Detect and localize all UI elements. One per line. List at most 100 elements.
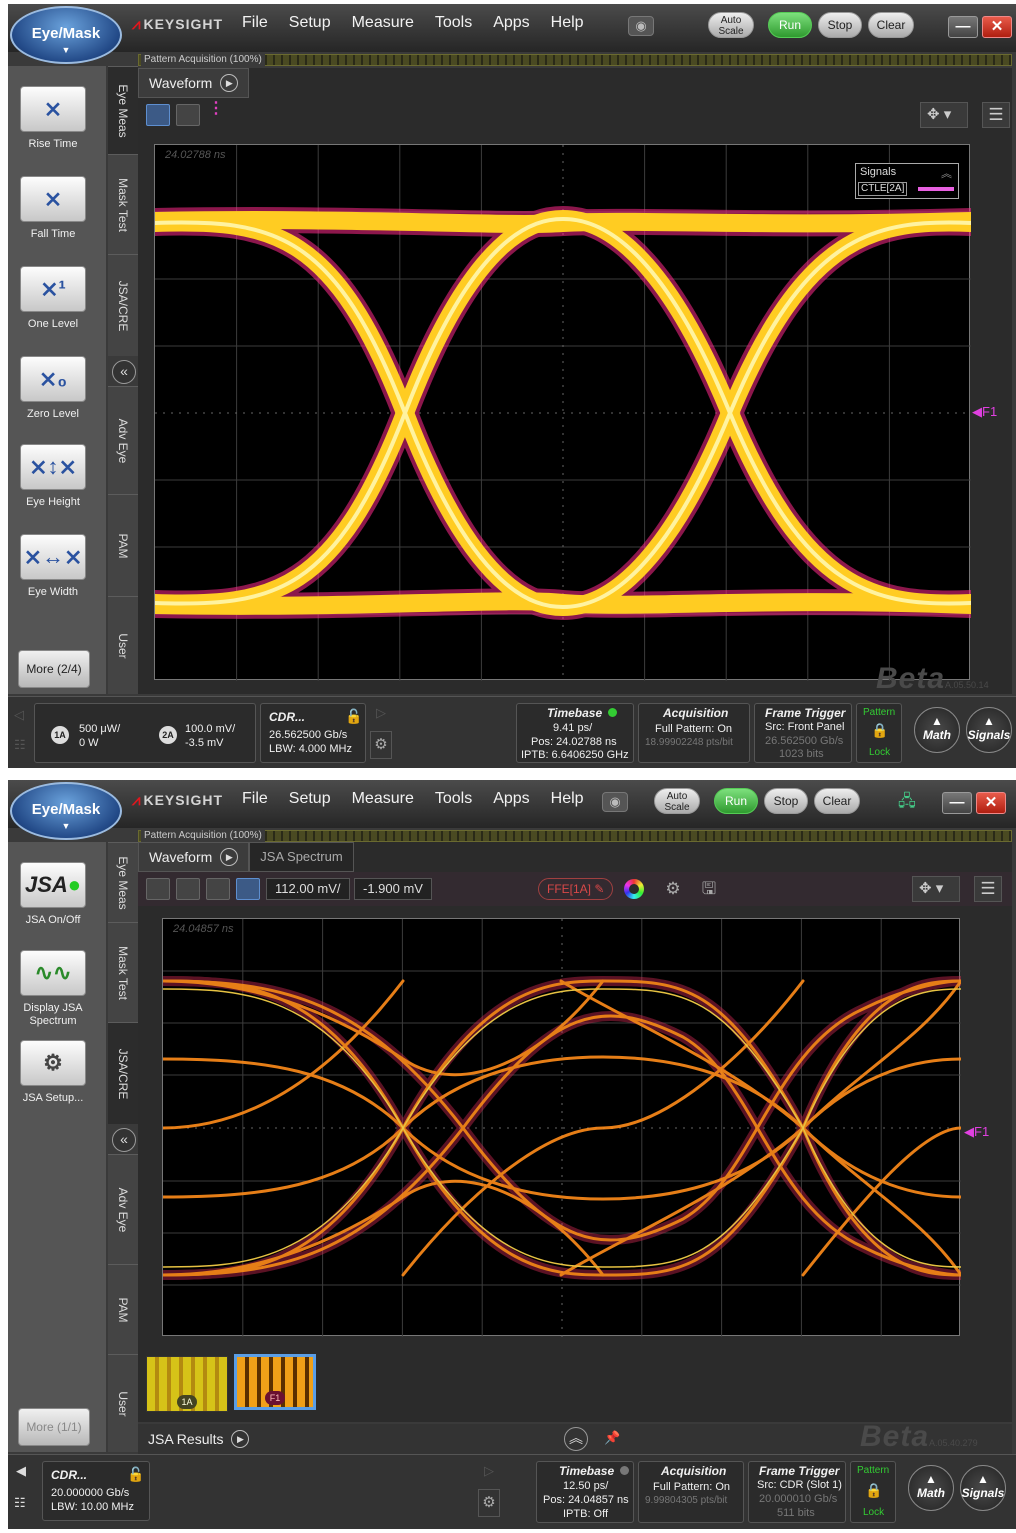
math-button[interactable]: ▲ Math: [914, 707, 960, 753]
f1-marker[interactable]: ◀F1: [964, 1124, 989, 1140]
eye-mask-button[interactable]: Eye/Mask ▼: [10, 782, 122, 840]
tab-pam[interactable]: PAM: [108, 1264, 138, 1354]
autoscale-button[interactable]: Auto Scale: [654, 788, 700, 814]
menu-help[interactable]: Help: [551, 790, 584, 808]
more-button[interactable]: More (2/4): [18, 650, 90, 688]
tab-waveform[interactable]: Waveform ▶: [138, 68, 250, 98]
tab-jsa-spectrum[interactable]: JSA Spectrum: [249, 842, 354, 872]
quad-grid-icon[interactable]: [176, 878, 200, 900]
signals-button[interactable]: ▲ Signals: [966, 707, 1012, 753]
tool-jsa-setup[interactable]: ⚙ JSA Setup...: [18, 1040, 88, 1105]
pattern-lock-button[interactable]: Pattern 🔒 Lock: [856, 703, 902, 763]
tabbed-grid-icon[interactable]: [236, 878, 260, 900]
scroll-left-icon[interactable]: ◀: [16, 1463, 26, 1479]
menu-measure[interactable]: Measure: [352, 790, 414, 808]
tab-jsa-cre[interactable]: JSA/CRE: [108, 254, 138, 356]
gear-icon[interactable]: ⚙: [660, 878, 686, 900]
waveform-display[interactable]: 24.04857 ns: [162, 918, 961, 1337]
menu-setup[interactable]: Setup: [289, 790, 331, 808]
expand-up-icon[interactable]: ︽: [564, 1427, 588, 1451]
acquisition-settings[interactable]: Acquisition Full Pattern: On 9.99804305 …: [638, 1461, 744, 1523]
tab-mask-test[interactable]: Mask Test: [108, 922, 138, 1022]
acquisition-settings[interactable]: Acquisition Full Pattern: On 18.99902248…: [638, 703, 750, 763]
menu-file[interactable]: File: [242, 790, 268, 808]
waveform-display[interactable]: 24.02788 ns Signals ︽ CTLE[2A]: [154, 144, 971, 681]
tab-adv-eye[interactable]: Adv Eye: [108, 386, 138, 494]
menu-tools[interactable]: Tools: [435, 790, 472, 808]
scroll-left-icon[interactable]: ◁: [14, 707, 24, 723]
close-button[interactable]: ✕: [982, 16, 1012, 38]
menu-icon[interactable]: ☰: [974, 876, 1002, 902]
autoscale-button[interactable]: Auto Scale: [708, 12, 754, 38]
tool-eye-width[interactable]: ⨯↔⨯ Eye Width: [18, 534, 88, 599]
eye-mask-button[interactable]: Eye/Mask ▼: [10, 6, 122, 64]
gear-icon[interactable]: ⚙: [478, 1489, 500, 1517]
run-button[interactable]: Run: [768, 12, 812, 38]
timebase-settings[interactable]: Timebase 12.50 ps/ Pos: 24.04857 ns IPTB…: [536, 1461, 634, 1523]
signals-legend[interactable]: Signals ︽ CTLE[2A]: [855, 163, 959, 199]
collapse-panel-icon[interactable]: «: [112, 1128, 136, 1152]
math-button[interactable]: ▲ Math: [908, 1465, 954, 1511]
tool-fall-time[interactable]: ⨯ Fall Time: [18, 176, 88, 241]
play-icon[interactable]: ▶: [220, 848, 239, 866]
menu-icon[interactable]: ☰: [982, 102, 1010, 128]
tool-display-jsa-spectrum[interactable]: ∿∿ Display JSA Spectrum: [18, 950, 88, 1028]
tab-eye-meas[interactable]: Eye Meas: [108, 842, 138, 922]
tab-jsa-cre[interactable]: JSA/CRE: [108, 1022, 138, 1124]
collapse-up-icon[interactable]: ︽: [941, 165, 952, 181]
frame-trigger-settings[interactable]: Frame Trigger Src: Front Panel 26.562500…: [754, 703, 852, 763]
run-button[interactable]: Run: [714, 788, 758, 814]
channel-settings[interactable]: 1A 500 μW/ 0 W 2A 100.0 mV/ -3.5 mV: [34, 703, 256, 763]
play-icon[interactable]: ▶: [231, 1430, 250, 1448]
ffe-source-badge[interactable]: FFE[1A] ✎: [538, 878, 614, 900]
gear-icon[interactable]: ⚙: [370, 731, 392, 759]
cdr-settings[interactable]: CDR... 🔓 26.562500 Gb/s LBW: 4.000 MHz: [260, 703, 366, 763]
tab-pam[interactable]: PAM: [108, 494, 138, 596]
tool-one-level[interactable]: ⨯¹ One Level: [18, 266, 88, 331]
keypad-icon[interactable]: ☷: [14, 737, 26, 753]
signals-button[interactable]: ▲ Signals: [960, 1465, 1006, 1511]
stop-button[interactable]: Stop: [764, 788, 808, 814]
collapse-panel-icon[interactable]: «: [112, 360, 136, 384]
pin-icon[interactable]: 📌: [604, 1430, 620, 1446]
close-button[interactable]: ✕: [976, 792, 1006, 814]
color-grade-icon[interactable]: [624, 879, 644, 899]
network-icon[interactable]: 🖧: [898, 790, 926, 814]
menu-setup[interactable]: Setup: [289, 14, 331, 32]
tool-rise-time[interactable]: ⨯ Rise Time: [18, 86, 88, 151]
thumbnail-f1[interactable]: F1: [234, 1354, 316, 1410]
single-grid-icon[interactable]: [146, 878, 170, 900]
move-icon[interactable]: ✥ ▾: [912, 876, 960, 902]
timebase-settings[interactable]: Timebase 9.41 ps/ Pos: 24.02788 ns IPTB:…: [516, 703, 634, 763]
move-icon[interactable]: ✥ ▾: [920, 102, 968, 128]
stop-button[interactable]: Stop: [818, 12, 862, 38]
keypad-icon[interactable]: ☷: [14, 1495, 26, 1511]
expand-right-icon[interactable]: ▷: [376, 705, 386, 721]
menu-tools[interactable]: Tools: [435, 14, 472, 32]
vertical-offset[interactable]: -1.900 mV: [354, 878, 432, 900]
menu-apps[interactable]: Apps: [493, 790, 529, 808]
stacked-grid-icon[interactable]: [206, 878, 230, 900]
more-options-icon[interactable]: ⋮: [208, 101, 224, 124]
minimize-button[interactable]: —: [942, 792, 972, 814]
camera-icon[interactable]: ◉: [602, 792, 628, 812]
tab-waveform[interactable]: Waveform ▶: [138, 842, 250, 872]
menu-measure[interactable]: Measure: [352, 14, 414, 32]
expand-right-icon[interactable]: ▷: [484, 1463, 494, 1479]
pattern-lock-button[interactable]: Pattern 🔒 Lock: [850, 1461, 896, 1523]
menu-apps[interactable]: Apps: [493, 14, 529, 32]
tab-jsa-results[interactable]: JSA Results ▶: [138, 1424, 260, 1454]
tool-jsa-toggle[interactable]: JSA● JSA On/Off: [18, 862, 88, 927]
menu-file[interactable]: File: [242, 14, 268, 32]
cdr-settings[interactable]: CDR... 🔓 20.000000 Gb/s LBW: 10.00 MHz: [42, 1461, 150, 1521]
tool-eye-height[interactable]: ⨯↕⨯ Eye Height: [18, 444, 88, 509]
clear-button[interactable]: Clear: [814, 788, 860, 814]
single-grid-icon[interactable]: [146, 104, 170, 126]
vertical-scale[interactable]: 112.00 mV/: [266, 878, 350, 900]
menu-help[interactable]: Help: [551, 14, 584, 32]
multi-grid-icon[interactable]: [176, 104, 200, 126]
clear-button[interactable]: Clear: [868, 12, 914, 38]
tab-user[interactable]: User: [108, 1354, 138, 1452]
f1-marker[interactable]: ◀F1: [972, 404, 997, 420]
thumbnail-1a[interactable]: 1A: [146, 1356, 228, 1412]
